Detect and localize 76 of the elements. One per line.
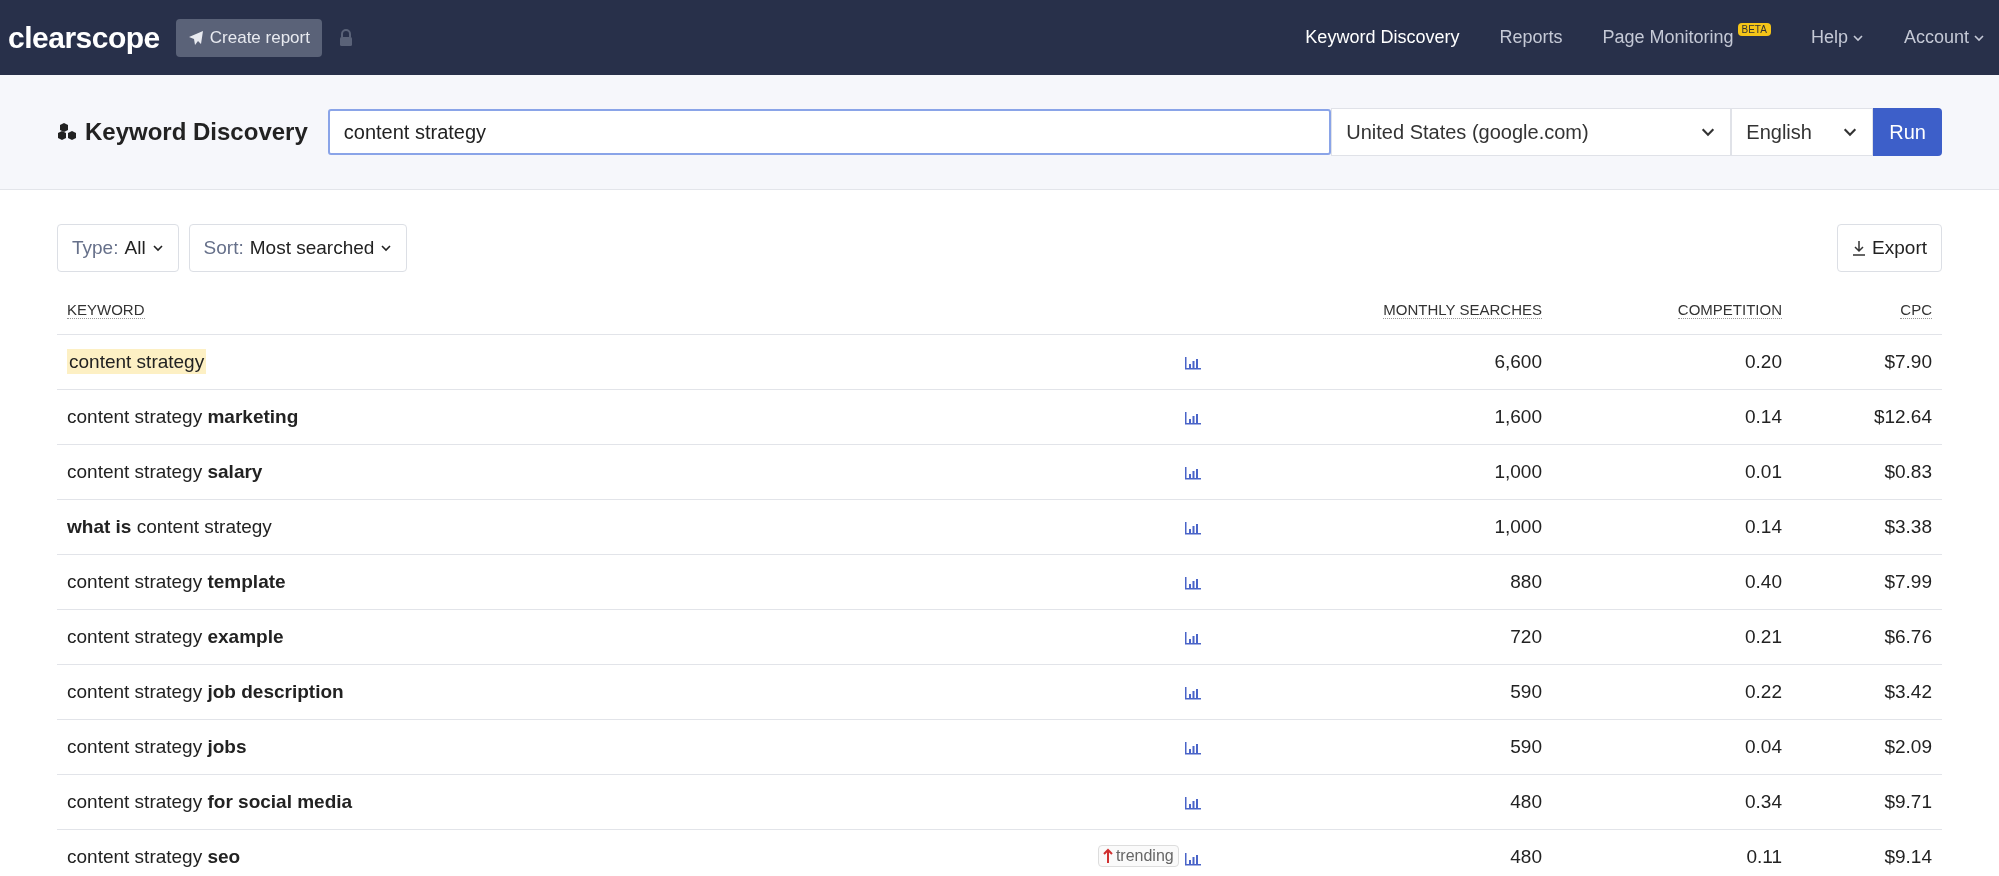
table-cell: 1,000 <box>1212 499 1552 555</box>
table-cell: 0.40 <box>1552 554 1792 610</box>
bar-chart-icon[interactable] <box>1184 796 1202 810</box>
paper-plane-icon <box>187 29 204 46</box>
table-cell: 590 <box>1212 719 1552 775</box>
nav-link[interactable]: Keyword Discovery <box>1305 27 1460 48</box>
column-header[interactable]: CPC <box>1900 300 1932 319</box>
table-cell: $9.71 <box>1792 774 1942 830</box>
keyword-cell: content strategy salary <box>67 461 263 482</box>
lock-icon <box>337 28 354 47</box>
keyword-cell: content strategy seo <box>67 846 241 867</box>
table-cell: 0.01 <box>1552 444 1792 500</box>
table-cell: $3.38 <box>1792 499 1942 555</box>
table-cell: 0.20 <box>1552 334 1792 390</box>
chevron-down-icon <box>380 242 393 254</box>
table-cell: $9.14 <box>1792 829 1942 876</box>
language-dropdown[interactable]: English <box>1731 108 1874 156</box>
table-cell: 6,600 <box>1212 334 1552 390</box>
filter-dropdown[interactable]: Type: All <box>57 224 179 272</box>
table-cell: 0.04 <box>1552 719 1792 775</box>
create-report-button[interactable]: Create report <box>175 18 322 57</box>
logo[interactable]: clearscope <box>8 20 160 55</box>
table-cell: 720 <box>1212 609 1552 665</box>
search-field[interactable]: content strategy <box>327 109 1332 155</box>
table-cell: 0.21 <box>1552 609 1792 665</box>
cubes-icon <box>57 122 79 142</box>
table-cell: $7.90 <box>1792 334 1942 390</box>
bar-chart-icon[interactable] <box>1184 686 1202 700</box>
nav-link[interactable]: Reports <box>1499 27 1563 48</box>
bar-chart-icon[interactable] <box>1184 631 1202 645</box>
keyword-cell: what is content strategy <box>67 516 272 537</box>
table-cell: 0.11 <box>1552 829 1792 876</box>
table-cell: 480 <box>1212 774 1552 830</box>
chevron-down-icon <box>151 242 164 254</box>
table-cell: 480 <box>1212 829 1552 876</box>
table-cell: $0.83 <box>1792 444 1942 500</box>
table-cell: 0.22 <box>1552 664 1792 720</box>
download-icon <box>1852 240 1867 256</box>
table-cell: 590 <box>1212 664 1552 720</box>
keyword-cell: content strategy job description <box>67 681 344 702</box>
bar-chart-icon[interactable] <box>1184 411 1202 425</box>
bar-chart-icon[interactable] <box>1184 466 1202 480</box>
run-button[interactable]: Run <box>1873 108 1942 156</box>
table-cell: 1,600 <box>1212 389 1552 445</box>
table-cell: $3.42 <box>1792 664 1942 720</box>
bar-chart-icon[interactable] <box>1184 741 1202 755</box>
keyword-cell: content strategy <box>67 349 207 374</box>
table-cell: 0.34 <box>1552 774 1792 830</box>
page-title: Keyword Discovery <box>85 118 308 146</box>
table-cell: 0.14 <box>1552 389 1792 445</box>
export-button[interactable]: Export <box>1837 224 1942 272</box>
column-header[interactable]: MONTHLY SEARCHES <box>1383 300 1542 319</box>
location-dropdown[interactable]: United States (google.com) <box>1331 108 1732 156</box>
table-cell: 1,000 <box>1212 444 1552 500</box>
keyword-cell: content strategy jobs <box>67 736 247 757</box>
keyword-cell: content strategy template <box>67 571 286 592</box>
table-cell: $6.76 <box>1792 609 1942 665</box>
keyword-cell: content strategy for social media <box>67 791 353 812</box>
table-cell: $2.09 <box>1792 719 1942 775</box>
beta-badge: BETA <box>1737 23 1771 36</box>
bar-chart-icon[interactable] <box>1184 576 1202 590</box>
filter-dropdown[interactable]: Sort: Most searched <box>188 224 408 272</box>
bar-chart-icon[interactable] <box>1184 852 1202 866</box>
keyword-cell: content strategy example <box>67 626 284 647</box>
table-cell: 0.14 <box>1552 499 1792 555</box>
trending-badge: trending <box>1097 845 1179 867</box>
keyword-cell: content strategy marketing <box>67 406 299 427</box>
bar-chart-icon[interactable] <box>1184 356 1202 370</box>
column-header[interactable]: KEYWORD <box>67 300 145 319</box>
table-cell: 880 <box>1212 554 1552 610</box>
nav-link[interactable]: Account <box>1903 27 1985 48</box>
column-header[interactable]: COMPETITION <box>1677 300 1782 319</box>
bar-chart-icon[interactable] <box>1184 521 1202 535</box>
table-cell: $7.99 <box>1792 554 1942 610</box>
nav-link[interactable]: Help <box>1810 27 1864 48</box>
table-cell: $12.64 <box>1792 389 1942 445</box>
